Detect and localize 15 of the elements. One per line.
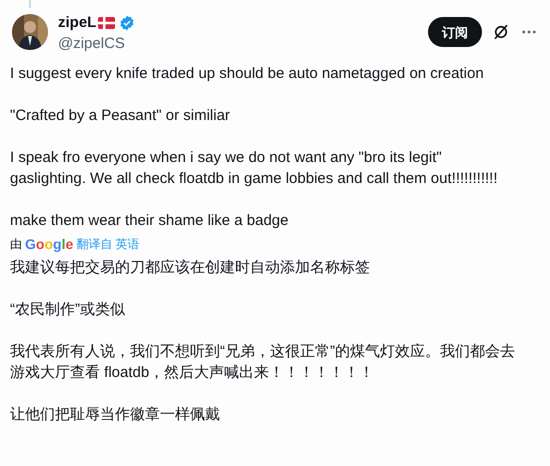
grok-icon[interactable] <box>492 23 510 42</box>
author-name[interactable]: zipeL <box>58 12 96 34</box>
author-handle[interactable]: @zipelCS <box>58 34 136 52</box>
translated-by-label: 由 <box>10 236 22 253</box>
tweet-paragraph: I speak fro everyone when i say we do not want any "bro its legit" gaslighting. We all check floatdb in game lobbies and call them out!!!!!!!!!!! <box>10 148 498 188</box>
tweet-paragraph: I suggest every knife traded up should be auto nametagged on creation <box>10 64 485 84</box>
google-logo: Google <box>25 234 74 254</box>
tweet-paragraph: "Crafted by a Peasant" or similiar <box>10 106 231 126</box>
translated-paragraph: 我建议每把交易的刀都应该在创建时自动添加名称标签 <box>10 258 371 278</box>
translated-paragraph: 让他们把耻辱当作徽章一样佩戴 <box>10 404 221 424</box>
translated-paragraph: “农民制作”或类似 <box>10 300 126 320</box>
tweet-paragraph: make them wear their shame like a badge <box>10 210 290 230</box>
translated-paragraph: 我代表所有人说，我们不想听到“兄弟，这很正常”的煤气灯效应。我们都会去游戏大厅查看 floatdb，然后大声喊出来！！！！！！！ <box>10 342 516 382</box>
subscribe-button[interactable]: 订阅 <box>428 17 482 48</box>
flag-icon <box>98 17 116 30</box>
